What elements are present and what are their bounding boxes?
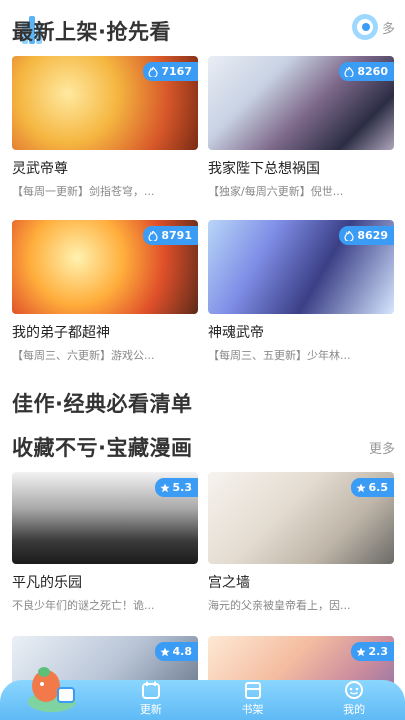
- nav-item-update[interactable]: 更新: [100, 680, 202, 720]
- section-new-header: 最新上架·抢先看: [12, 16, 395, 46]
- nav-label: 更新: [139, 703, 162, 716]
- comic-cover[interactable]: 8260: [208, 56, 394, 150]
- section-new-title: 最新上架·抢先看: [12, 20, 171, 44]
- rating-value: 6.5: [368, 481, 389, 494]
- home-mascot-icon[interactable]: [22, 654, 82, 714]
- comic-cover[interactable]: 6.5: [208, 472, 394, 564]
- star-icon: [159, 647, 170, 656]
- rating-value: 2.3: [368, 645, 389, 658]
- comic-title[interactable]: 灵武帝尊: [12, 158, 198, 178]
- comic-desc: 【独家/每周六更新】倪世...: [208, 185, 344, 198]
- rating-value: 5.3: [172, 481, 193, 494]
- more-new-button[interactable]: 多: [350, 12, 395, 42]
- heat-badge: 8629: [339, 226, 394, 245]
- section-classic-header: 佳作·经典必看清单: [12, 388, 395, 418]
- comic-cover[interactable]: 8629: [208, 220, 394, 314]
- heat-badge: 8791: [143, 226, 198, 245]
- comic-desc: 不良少年们的谜之死亡！诡...: [12, 599, 155, 612]
- more-new-label: 多: [381, 21, 395, 37]
- section-treasure-header: 收藏不亏·宝藏漫画 更多: [12, 432, 395, 462]
- nav-label: 书架: [241, 703, 264, 716]
- comic-title[interactable]: 我的弟子都超神: [12, 322, 198, 342]
- heat-badge: 8260: [339, 62, 394, 81]
- comic-title[interactable]: 我家陛下总想祸国: [208, 158, 394, 178]
- comic-cover[interactable]: 8791: [12, 220, 198, 314]
- comic-card[interactable]: 6.5 宫之墙 海元的父亲被皇帝看上，因...: [208, 472, 394, 613]
- profile-icon: [345, 681, 364, 699]
- rating-badge: 4.8: [154, 642, 198, 661]
- comic-card[interactable]: 8791 我的弟子都超神 【每周三、六更新】游戏公...: [12, 220, 198, 363]
- heat-value: 7167: [161, 65, 192, 78]
- flame-icon: [344, 66, 354, 77]
- bookshelf-icon: [244, 682, 261, 699]
- comic-title[interactable]: 平凡的乐园: [12, 572, 198, 592]
- comic-desc: 【每周三、五更新】少年林...: [208, 349, 351, 362]
- heat-badge: 7167: [143, 62, 198, 81]
- comic-title[interactable]: 宫之墙: [208, 572, 394, 592]
- rating-badge: 5.3: [154, 478, 198, 497]
- eye-mascot-icon: [351, 14, 378, 40]
- comic-cover[interactable]: 7167: [12, 56, 198, 150]
- rating-badge: 2.3: [350, 642, 394, 661]
- rating-value: 4.8: [172, 645, 193, 658]
- nav-label: 我的: [343, 703, 366, 716]
- comic-cover[interactable]: 5.3: [12, 472, 198, 564]
- comic-desc: 海元的父亲被皇帝看上，因...: [208, 599, 351, 612]
- more-treasure-button[interactable]: 更多: [369, 438, 395, 457]
- star-icon: [159, 483, 170, 492]
- heat-value: 8260: [357, 65, 388, 78]
- heat-value: 8629: [357, 229, 388, 242]
- flame-icon: [344, 230, 354, 241]
- calendar-icon: [141, 681, 160, 699]
- comic-title[interactable]: 神魂武帝: [208, 322, 394, 342]
- rating-badge: 6.5: [350, 478, 394, 497]
- star-icon: [355, 647, 366, 656]
- comic-desc: 【每周三、六更新】游戏公...: [12, 349, 155, 362]
- comic-card[interactable]: 7167 灵武帝尊 【每周一更新】剑指苍穹，...: [12, 56, 198, 199]
- nav-item-bookshelf[interactable]: 书架: [202, 680, 304, 720]
- comic-card[interactable]: 5.3 平凡的乐园 不良少年们的谜之死亡！诡...: [12, 472, 198, 613]
- nav-item-profile[interactable]: 我的: [303, 680, 405, 720]
- flame-icon: [148, 230, 158, 241]
- flame-icon: [148, 66, 158, 77]
- comic-card[interactable]: 8629 神魂武帝 【每周三、五更新】少年林...: [208, 220, 394, 363]
- comic-desc: 【每周一更新】剑指苍穹，...: [12, 185, 155, 198]
- heat-value: 8791: [161, 229, 192, 242]
- section-treasure-title: 收藏不亏·宝藏漫画: [12, 436, 193, 460]
- section-classic-title: 佳作·经典必看清单: [12, 392, 193, 416]
- star-icon: [355, 483, 366, 492]
- comic-card[interactable]: 8260 我家陛下总想祸国 【独家/每周六更新】倪世...: [208, 56, 394, 199]
